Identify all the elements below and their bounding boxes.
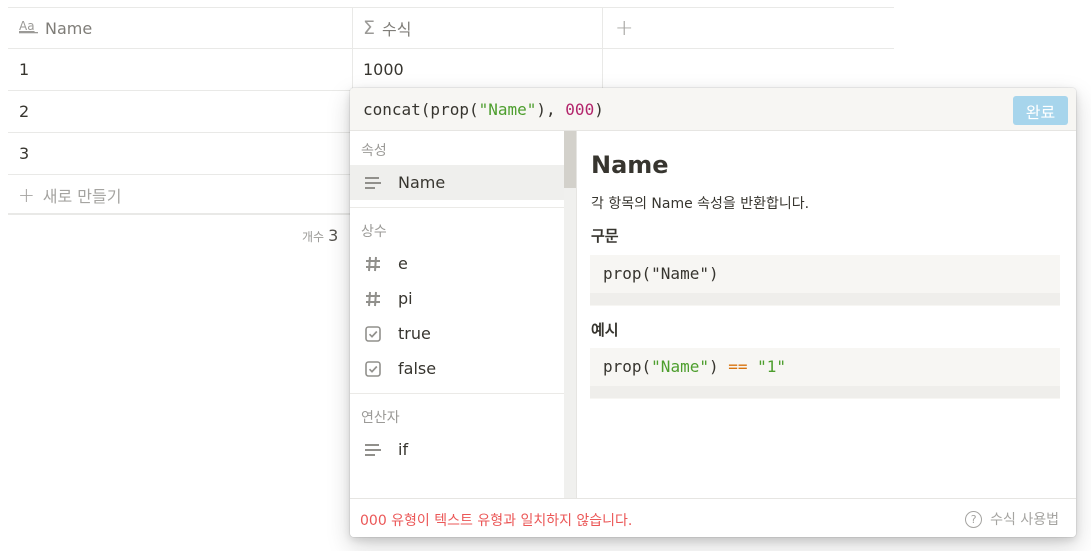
error-message: 000 유형이 텍스트 유형과 일치하지 않습니다. [360, 513, 633, 529]
plus-icon: + [18, 182, 35, 207]
name-cell[interactable]: 3 [19, 144, 29, 163]
new-row-button[interactable]: + 새로 만들기 [8, 175, 363, 215]
function-list[interactable]: 속성 Name 상수 e pi true false 연산자 if [350, 131, 577, 498]
column-header-name[interactable]: Aa Name [8, 8, 353, 48]
list-item-name[interactable]: Name [350, 165, 564, 200]
list-scrollbar[interactable] [564, 131, 576, 498]
scrollbar-thumb[interactable] [564, 131, 576, 188]
formula-cell[interactable]: 1000 [363, 60, 404, 79]
code-scroll-track [590, 293, 1060, 305]
section-title-operators: 연산자 [361, 410, 400, 426]
hash-icon [364, 290, 382, 308]
code-token: ) [594, 100, 604, 119]
code-scroll-track [590, 386, 1060, 398]
section-divider [350, 207, 564, 208]
hash-icon [364, 255, 382, 273]
list-item-if[interactable]: if [350, 432, 564, 467]
syntax-code-block: prop("Name") [590, 255, 1060, 306]
row-count[interactable]: 개수 3 [302, 226, 338, 245]
plus-icon: + [615, 15, 634, 41]
column-header-label: 수식 [382, 20, 412, 39]
section-divider [350, 393, 564, 394]
code-token: concat(prop( [363, 100, 479, 119]
text-type-icon: Aa [19, 19, 38, 38]
svg-text:Aa: Aa [19, 19, 35, 33]
example-heading: 예시 [591, 321, 619, 339]
list-item-label: e [398, 254, 408, 273]
add-column-button[interactable]: + [603, 8, 894, 48]
help-icon: ? [965, 510, 983, 528]
detail-title: Name [591, 151, 669, 179]
formula-help-link[interactable]: ? 수식 사용법 [965, 509, 1059, 529]
list-item-e[interactable]: e [350, 246, 564, 281]
checkbox-icon [364, 360, 382, 378]
list-item-label: true [398, 324, 431, 343]
example-code-block: prop("Name") == "1" [590, 348, 1060, 399]
text-lines-icon [364, 174, 382, 192]
example-code: prop("Name") == "1" [603, 357, 786, 376]
code-token: ) [708, 357, 729, 376]
code-token: ), [536, 100, 566, 119]
code-token: prop( [603, 357, 652, 376]
syntax-heading: 구문 [591, 227, 619, 245]
count-value: 3 [328, 226, 339, 245]
list-item-false[interactable]: false [350, 351, 564, 386]
list-item-pi[interactable]: pi [350, 281, 564, 316]
table-header-row: Aa Name Σ 수식 + [8, 7, 894, 49]
list-item-label: false [398, 359, 437, 378]
name-cell[interactable]: 2 [19, 102, 29, 121]
help-label: 수식 사용법 [990, 512, 1059, 528]
popup-footer: 000 유형이 텍스트 유형과 일치하지 않습니다. ? 수식 사용법 [350, 498, 1076, 537]
list-item-label: pi [398, 289, 413, 308]
sigma-icon: Σ [363, 17, 376, 39]
done-button[interactable]: 완료 [1013, 96, 1068, 125]
formula-editor-popup: concat(prop("Name"), 000) 완료 속성 Name 상수 … [350, 88, 1076, 537]
code-token-string: "1" [757, 357, 787, 376]
section-title-constants: 상수 [361, 224, 387, 240]
code-token-number: 000 [565, 100, 595, 119]
list-item-label: Name [398, 173, 446, 192]
code-token-string: "Name" [651, 357, 709, 376]
column-header-label: Name [45, 18, 93, 38]
list-item-true[interactable]: true [350, 316, 564, 351]
count-label: 개수 [302, 230, 325, 244]
detail-pane: Name 각 항목의 Name 속성을 반환합니다. 구문 prop("Name… [577, 131, 1076, 498]
checkbox-icon [364, 325, 382, 343]
formula-input[interactable]: concat(prop("Name"), 000) 완료 [350, 88, 1076, 131]
list-item-label: if [398, 440, 409, 459]
code-token-string: "Name" [478, 100, 537, 119]
table-row[interactable]: 1 1000 [8, 49, 894, 91]
code-token-operator: == [728, 357, 748, 376]
syntax-code: prop("Name") [603, 264, 719, 283]
new-row-label: 새로 만들기 [42, 186, 122, 206]
text-lines-icon [364, 441, 382, 459]
section-title-properties: 속성 [361, 143, 387, 159]
formula-code[interactable]: concat(prop("Name"), 000) [363, 100, 604, 119]
column-header-formula[interactable]: Σ 수식 [353, 8, 603, 48]
name-cell[interactable]: 1 [19, 60, 29, 79]
detail-description: 각 항목의 Name 속성을 반환합니다. [591, 196, 810, 212]
